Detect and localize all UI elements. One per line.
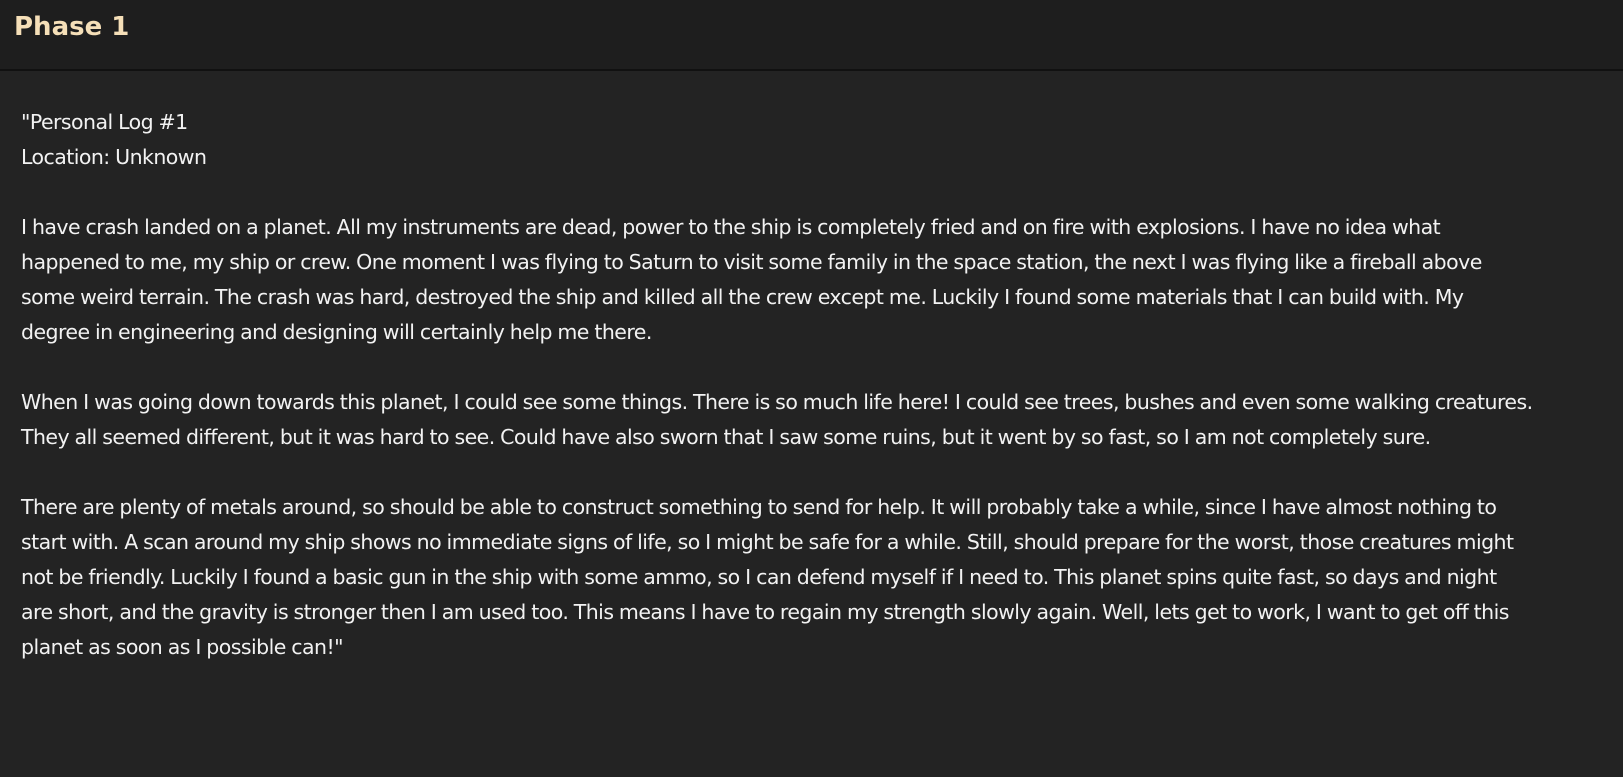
text-line: I have crash landed on a planet. All my … bbox=[21, 215, 1441, 239]
text-line: degree in engineering and designing will… bbox=[21, 320, 652, 344]
log-intro: "Personal Log #1 Location: Unknown bbox=[21, 105, 1611, 175]
text-line: not be friendly. Luckily I found a basic… bbox=[21, 565, 1497, 589]
text-line: start with. A scan around my ship shows … bbox=[21, 530, 1514, 554]
log-heading: "Personal Log #1 bbox=[21, 110, 188, 134]
text-line: When I was going down towards this plane… bbox=[21, 390, 1533, 414]
log-content: "Personal Log #1 Location: Unknown I hav… bbox=[21, 105, 1611, 700]
text-line: some weird terrain. The crash was hard, … bbox=[21, 285, 1464, 309]
log-paragraph-2: When I was going down towards this plane… bbox=[21, 385, 1611, 455]
log-paragraph-1: I have crash landed on a planet. All my … bbox=[21, 210, 1611, 350]
text-line: happened to me, my ship or crew. One mom… bbox=[21, 250, 1482, 274]
text-line: are short, and the gravity is stronger t… bbox=[21, 600, 1509, 624]
page-title: Phase 1 bbox=[14, 12, 130, 42]
text-line: There are plenty of metals around, so sh… bbox=[21, 495, 1497, 519]
log-location: Location: Unknown bbox=[21, 145, 207, 169]
text-line: planet as soon as I possible can!" bbox=[21, 635, 344, 659]
text-line: They all seemed different, but it was ha… bbox=[21, 425, 1431, 449]
header-bar: Phase 1 bbox=[0, 0, 1623, 71]
log-paragraph-3: There are plenty of metals around, so sh… bbox=[21, 490, 1611, 665]
